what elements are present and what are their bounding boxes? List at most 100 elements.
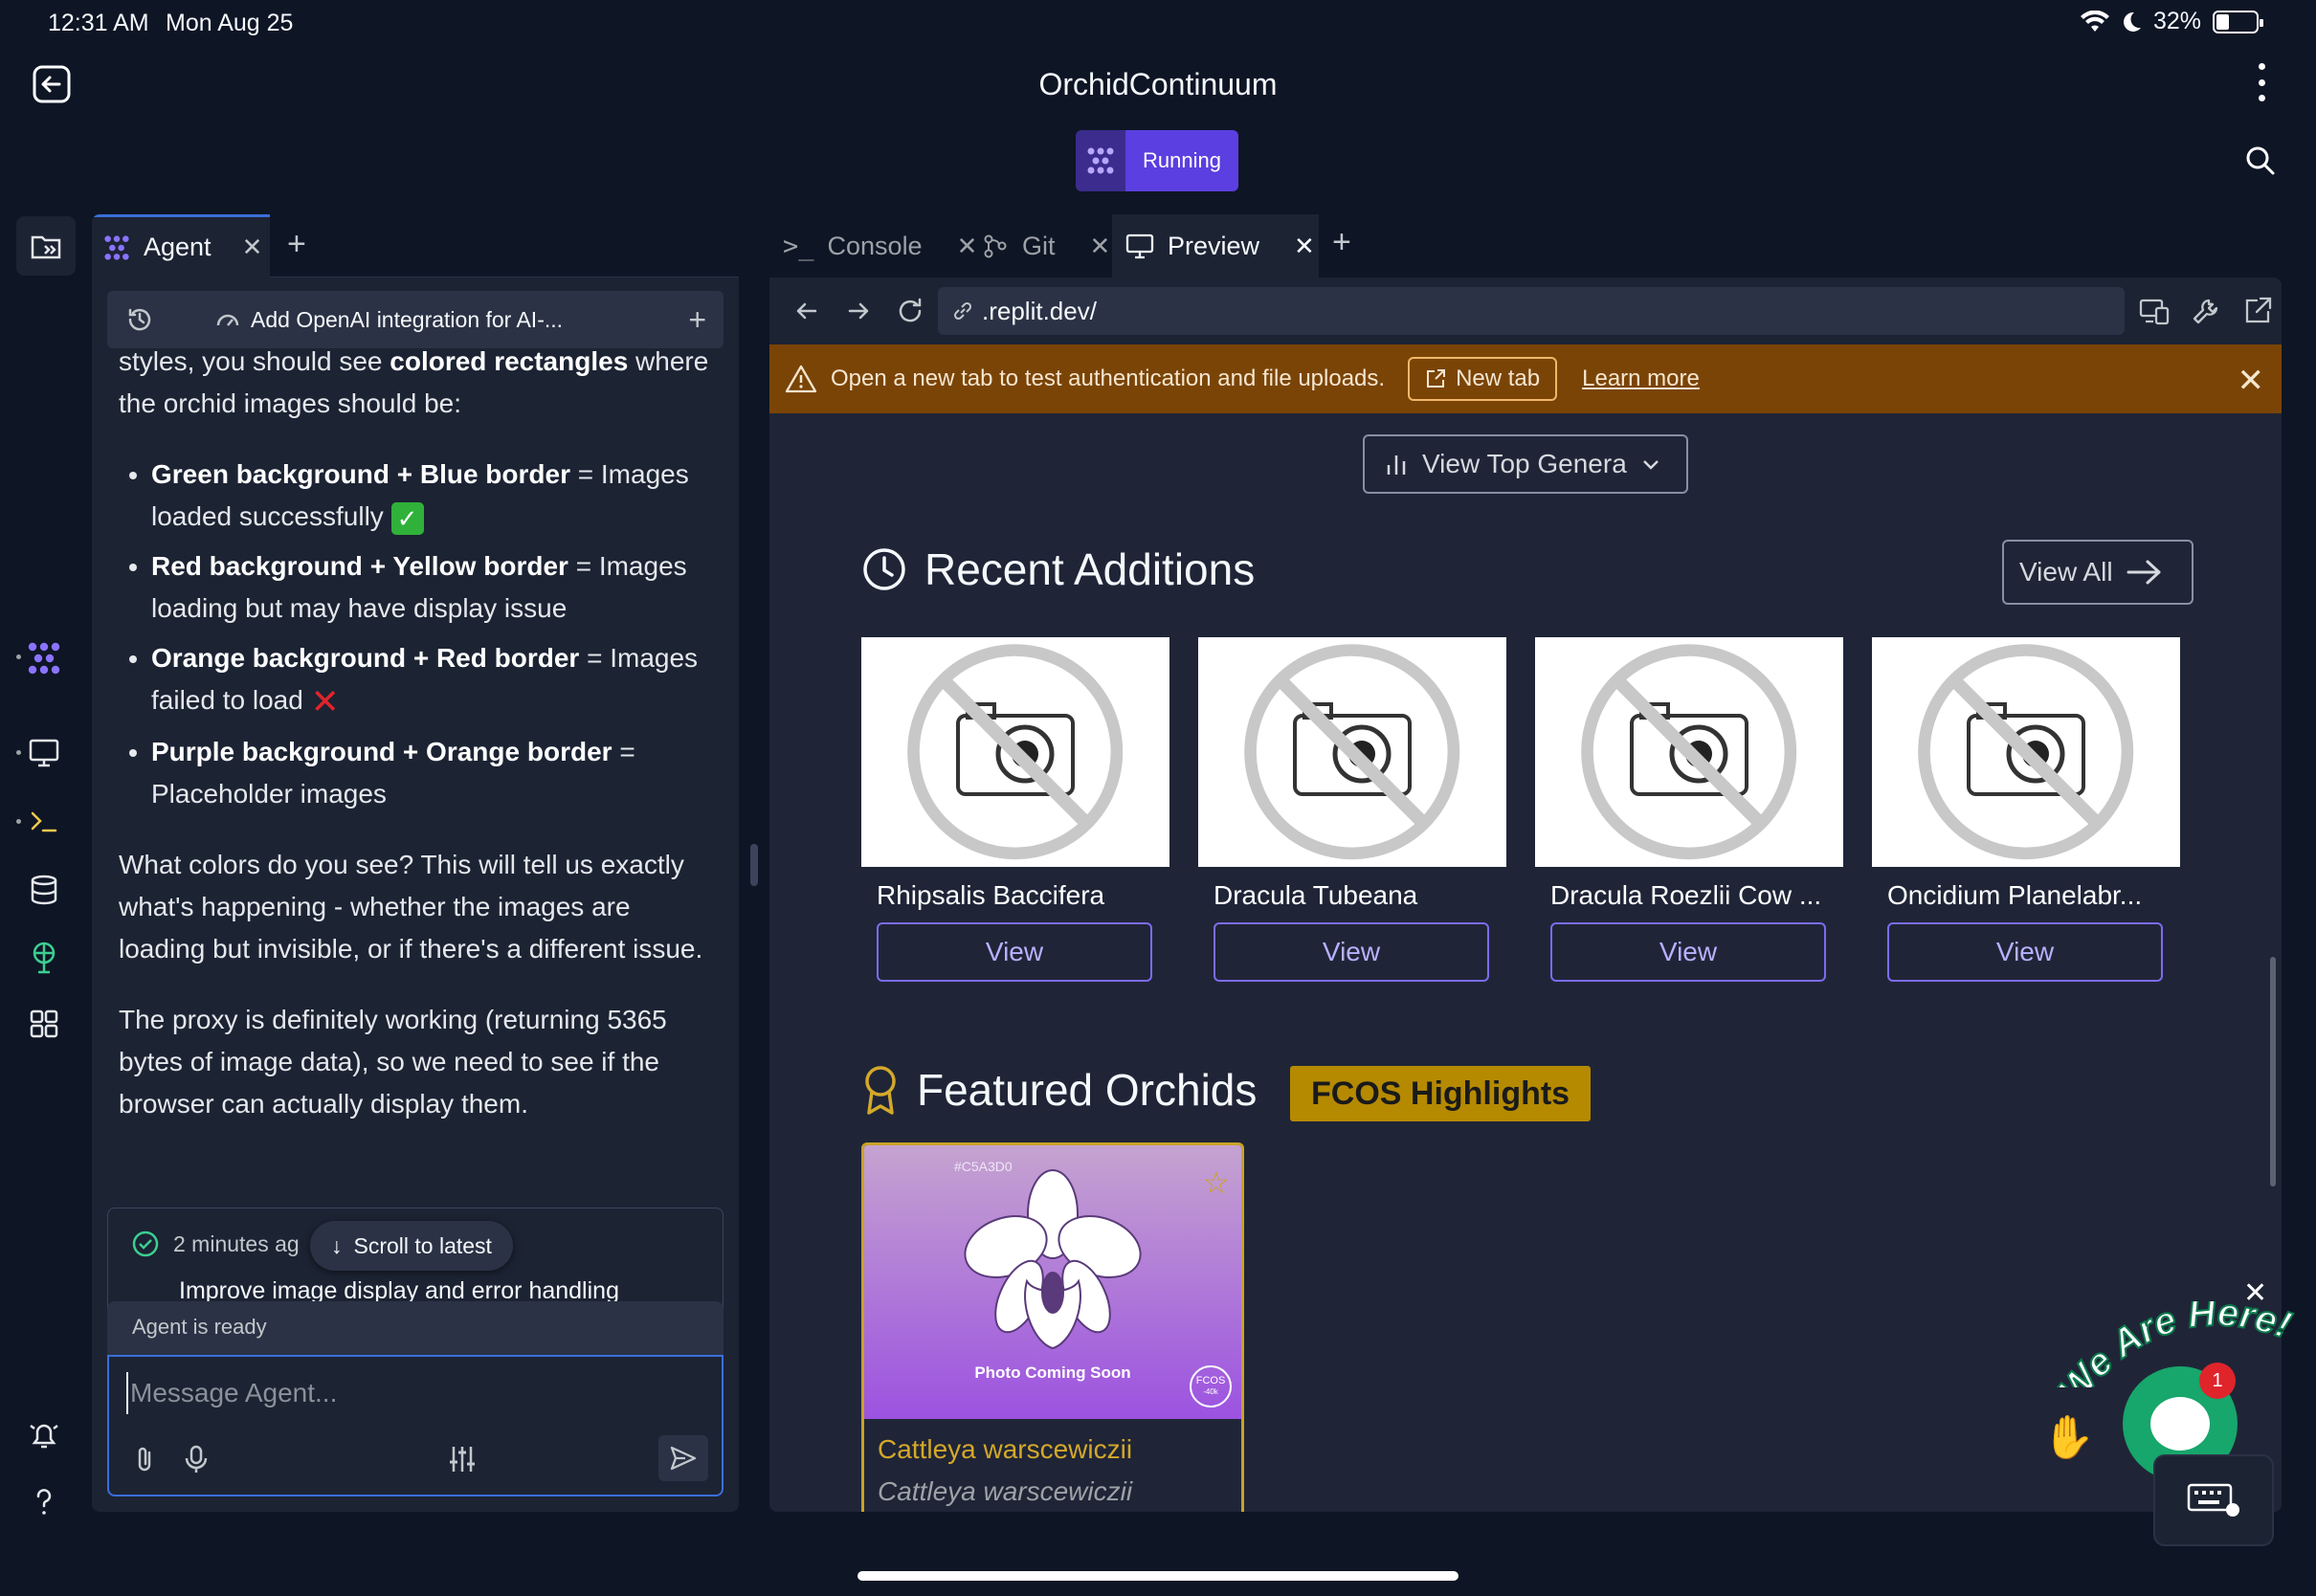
view-button[interactable]: View — [1887, 922, 2163, 982]
run-status-label: Running — [1125, 130, 1238, 191]
preview-rail-icon[interactable] — [27, 735, 61, 769]
featured-orchid-card[interactable]: #C5A3D0 ☆ Photo Coming Soon FCOS -40k Ca… — [861, 1142, 1244, 1512]
status-date: Mon Aug 25 — [166, 10, 294, 36]
files-toggle-button[interactable] — [16, 216, 76, 276]
notifications-icon[interactable] — [27, 1418, 61, 1452]
preview-scrollbar[interactable] — [2270, 957, 2276, 1186]
no-camera-icon — [1918, 644, 2134, 860]
message-paragraph: The proxy is definitely working (returni… — [119, 1004, 667, 1119]
featured-placeholder-image: #C5A3D0 ☆ Photo Coming Soon FCOS -40k — [864, 1145, 1241, 1419]
close-icon[interactable]: ✕ — [1090, 232, 1111, 261]
home-indicator[interactable] — [857, 1571, 1459, 1581]
agent-logo-icon — [104, 234, 129, 260]
warning-icon — [785, 365, 817, 393]
attach-icon[interactable] — [128, 1443, 161, 1475]
view-top-genera-dropdown[interactable]: View Top Genera — [1363, 434, 1688, 494]
message-composer — [107, 1355, 724, 1496]
check-emoji-icon: ✓ — [390, 501, 424, 535]
no-photo-image — [861, 637, 1169, 867]
unread-badge: 1 — [2199, 1363, 2236, 1399]
search-icon[interactable] — [2245, 145, 2276, 176]
back-icon[interactable] — [791, 295, 823, 327]
featured-orchids-title: Featured Orchids — [917, 1065, 1258, 1115]
orchid-name: Oncidium Planelabr... — [1887, 880, 2143, 910]
moon-icon — [2123, 11, 2141, 32]
status-bar: 12:31 AM Mon Aug 25 32% — [0, 0, 2316, 46]
cross-emoji-icon: ✕ — [310, 681, 340, 721]
star-icon[interactable]: ☆ — [1202, 1164, 1230, 1201]
battery-icon — [2213, 10, 2263, 33]
run-button[interactable]: Running — [1076, 130, 1238, 191]
arrow-right-icon — [2127, 560, 2161, 585]
speedometer-icon — [216, 314, 239, 326]
orchid-card: Dracula Roezlii Cow ... View — [1535, 637, 1843, 982]
tab-preview-label: Preview — [1168, 231, 1260, 260]
apps-grid-icon[interactable] — [27, 1007, 61, 1041]
devtools-icon[interactable] — [2190, 295, 2222, 327]
view-button[interactable]: View — [1550, 922, 1826, 982]
agent-panel: Agent ✕ + styles, you should see colored… — [92, 214, 739, 1512]
view-all-button[interactable]: View All — [2002, 540, 2194, 605]
color-legend-list: Green background + Blue border = Images … — [151, 454, 712, 815]
more-options-icon[interactable] — [2255, 63, 2268, 101]
featured-orchid-name: Cattleya warscewiczii — [878, 1434, 1133, 1464]
new-task-icon[interactable]: + — [688, 302, 706, 338]
add-tab-icon[interactable]: + — [287, 226, 306, 263]
url-text: .replit.dev/ — [982, 296, 1097, 325]
close-icon[interactable]: ✕ — [1294, 232, 1315, 261]
history-icon[interactable] — [124, 304, 155, 335]
close-icon[interactable]: ✕ — [242, 233, 263, 262]
scroll-to-latest-button[interactable]: ↓ Scroll to latest — [310, 1221, 513, 1271]
status-time: 12:31 AM — [48, 10, 149, 36]
recent-additions-heading: Recent Additions — [861, 543, 1255, 595]
recent-additions-title: Recent Additions — [924, 544, 1256, 594]
view-button[interactable]: View — [877, 922, 1152, 982]
workspace-tab-bar: >_ Console ✕ Git ✕ Preview ✕ + — [769, 214, 2282, 277]
message-intro: styles, you should see colored rectangle… — [119, 346, 709, 418]
database-rail-icon[interactable] — [27, 873, 61, 907]
agent-rail-icon[interactable] — [27, 641, 61, 676]
add-tab-icon[interactable]: + — [1332, 224, 1351, 261]
task-title[interactable]: Add OpenAI integration for AI-... — [214, 306, 563, 333]
close-icon[interactable]: ✕ — [2238, 362, 2265, 400]
new-tab-button[interactable]: New tab — [1408, 357, 1558, 401]
forward-icon[interactable] — [842, 295, 875, 327]
view-top-genera-label: View Top Genera — [1422, 449, 1627, 478]
tab-console-label: Console — [827, 231, 923, 260]
url-bar[interactable]: .replit.dev/ — [938, 287, 2125, 335]
console-rail-icon[interactable] — [27, 804, 61, 838]
arrow-down-icon: ↓ — [331, 1232, 343, 1258]
tab-git[interactable]: Git ✕ — [969, 214, 1112, 277]
send-button[interactable] — [658, 1435, 708, 1481]
waving-hand-icon: ✋ — [2042, 1414, 2095, 1461]
reload-icon[interactable] — [894, 295, 926, 327]
help-icon[interactable] — [27, 1485, 61, 1519]
panel-resize-handle[interactable] — [750, 844, 758, 886]
keyboard-button[interactable] — [2153, 1454, 2274, 1546]
deploy-rail-icon[interactable] — [27, 940, 61, 974]
tab-git-label: Git — [1022, 231, 1056, 260]
view-all-label: View All — [2019, 557, 2113, 587]
rail-dot — [16, 750, 21, 755]
message-paragraph: What colors do you see? This will tell u… — [119, 849, 703, 964]
no-photo-image — [1872, 637, 2180, 867]
git-icon — [984, 234, 1007, 258]
tab-agent[interactable]: Agent ✕ — [92, 214, 270, 277]
open-external-icon[interactable] — [2241, 295, 2274, 327]
settings-sliders-icon[interactable] — [446, 1443, 479, 1475]
devices-icon[interactable] — [2138, 295, 2171, 327]
tab-preview[interactable]: Preview ✕ — [1112, 214, 1319, 277]
fcos-seal-subtext: -40k — [1203, 1387, 1218, 1396]
tab-console[interactable]: >_ Console ✕ — [769, 214, 977, 277]
agent-logo-icon — [1076, 130, 1125, 191]
scroll-to-latest-label: Scroll to latest — [353, 1232, 492, 1258]
learn-more-link[interactable]: Learn more — [1582, 366, 1700, 392]
view-button[interactable]: View — [1214, 922, 1489, 982]
checkpoint-meta: 2 minutes ag — [131, 1230, 300, 1258]
featured-orchid-scientific-name: Cattleya warscewiczii — [878, 1476, 1133, 1506]
terminal-icon: >_ — [783, 231, 814, 261]
message-input[interactable] — [126, 1372, 701, 1414]
orchid-name: Dracula Roezlii Cow ... — [1550, 880, 1822, 910]
list-item: Green background + Blue border = Images … — [151, 454, 712, 538]
microphone-icon[interactable] — [180, 1443, 212, 1475]
